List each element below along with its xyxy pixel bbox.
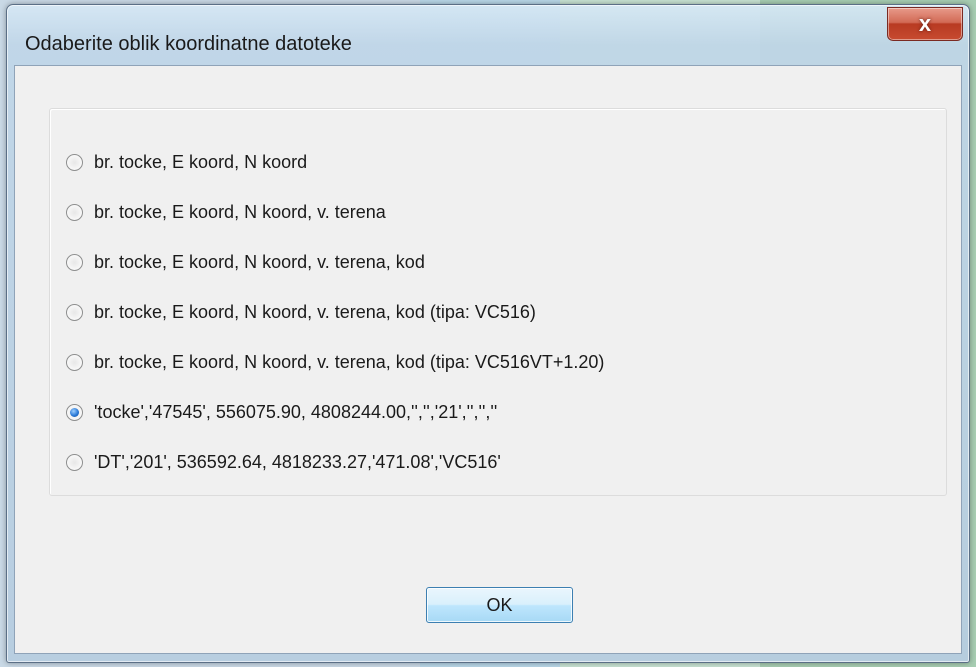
radio-button[interactable] bbox=[66, 303, 83, 321]
option-5[interactable]: br. tocke, E koord, N koord, v. terena, … bbox=[66, 349, 604, 375]
option-6[interactable]: 'tocke','47545', 556075.90, 4808244.00,'… bbox=[66, 399, 497, 425]
ok-button[interactable]: OK bbox=[426, 587, 573, 623]
radio-button[interactable] bbox=[66, 153, 83, 171]
radio-button-selected[interactable] bbox=[66, 403, 83, 421]
format-options-group: br. tocke, E koord, N koord br. tocke, E… bbox=[49, 108, 947, 496]
dialog-client-area: br. tocke, E koord, N koord br. tocke, E… bbox=[14, 65, 962, 654]
option-1[interactable]: br. tocke, E koord, N koord bbox=[66, 149, 307, 175]
radio-button[interactable] bbox=[66, 453, 83, 471]
option-label: 'DT','201', 536592.64, 4818233.27,'471.0… bbox=[94, 451, 501, 472]
close-button[interactable]: x bbox=[887, 7, 963, 41]
option-label: br. tocke, E koord, N koord bbox=[94, 151, 308, 172]
radio-button[interactable] bbox=[66, 253, 83, 271]
option-label: 'tocke','47545', 556075.90, 4808244.00,'… bbox=[94, 401, 498, 422]
option-7[interactable]: 'DT','201', 536592.64, 4818233.27,'471.0… bbox=[66, 449, 501, 475]
dialog-title: Odaberite oblik koordinatne datoteke bbox=[25, 33, 352, 55]
radio-button[interactable] bbox=[66, 353, 83, 371]
option-label: br. tocke, E koord, N koord, v. terena, … bbox=[94, 301, 536, 322]
radio-button[interactable] bbox=[66, 203, 83, 221]
option-label: br. tocke, E koord, N koord, v. terena, … bbox=[94, 251, 425, 272]
option-3[interactable]: br. tocke, E koord, N koord, v. terena, … bbox=[66, 249, 425, 275]
option-label: br. tocke, E koord, N koord, v. terena bbox=[94, 201, 386, 222]
close-icon: x bbox=[918, 11, 932, 36]
option-label: br. tocke, E koord, N koord, v. terena, … bbox=[94, 351, 605, 372]
dialog-window: Odaberite oblik koordinatne datoteke x b… bbox=[6, 4, 970, 663]
option-4[interactable]: br. tocke, E koord, N koord, v. terena, … bbox=[66, 299, 536, 325]
option-2[interactable]: br. tocke, E koord, N koord, v. terena bbox=[66, 199, 386, 225]
